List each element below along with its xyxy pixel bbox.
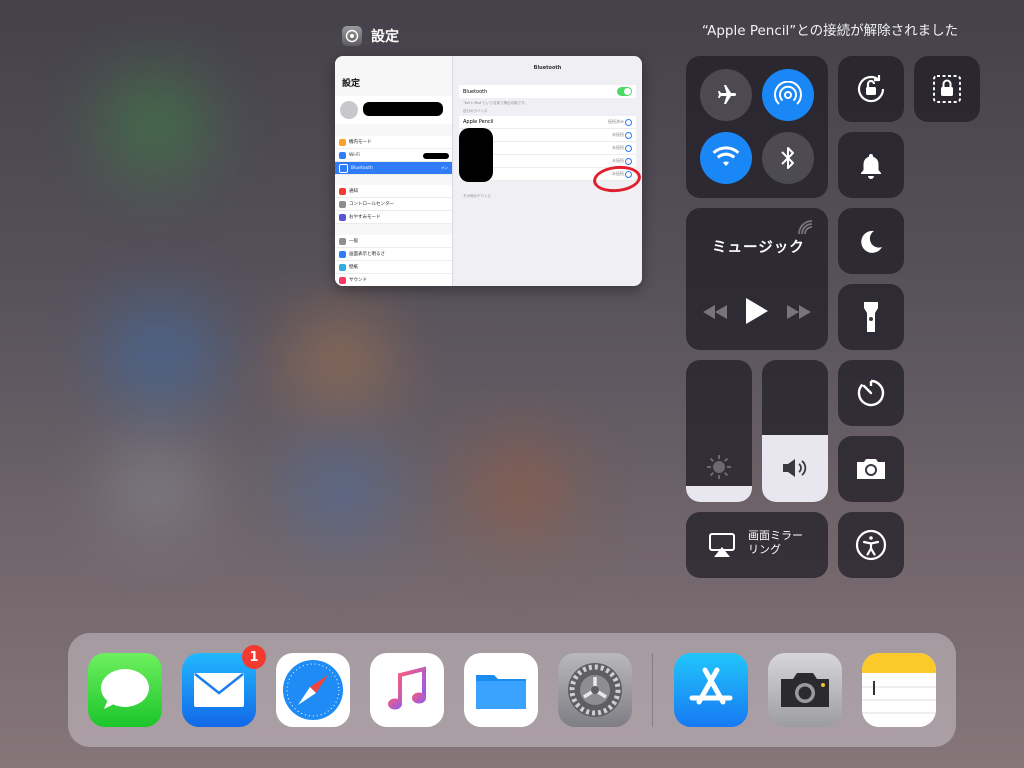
rewind-button[interactable] — [702, 304, 728, 324]
safari-app-icon[interactable] — [276, 653, 350, 727]
play-button[interactable] — [744, 297, 770, 329]
rewind-icon — [703, 305, 727, 319]
bluetooth-icon — [781, 147, 794, 169]
app-name: 設定 — [371, 29, 399, 45]
redaction-mark — [423, 153, 449, 159]
background-blur — [470, 440, 570, 540]
redaction-mark — [459, 128, 493, 182]
wifi-toggle[interactable] — [700, 132, 752, 184]
settings-app-icon[interactable] — [558, 653, 632, 727]
camera-button[interactable] — [838, 436, 904, 502]
notes-app-icon[interactable] — [862, 653, 936, 727]
sidebar-item-wallpaper: 壁紙 — [335, 261, 452, 274]
info-icon — [625, 157, 632, 165]
speaker-icon — [781, 457, 809, 483]
nav-title: Bluetooth — [533, 65, 562, 71]
lock-button[interactable] — [914, 56, 980, 122]
timer-icon — [838, 360, 904, 426]
music-app-icon[interactable] — [370, 653, 444, 727]
app-switcher-label[interactable]: 設定 — [342, 26, 399, 46]
airplay-audio-icon[interactable] — [794, 218, 816, 240]
play-icon — [746, 298, 768, 324]
other-devices-header: その他のデバイス — [463, 194, 491, 198]
messages-app-icon[interactable] — [88, 653, 162, 727]
sidebar-group-2: 通知 コントロールセンター おやすみモード — [335, 185, 452, 224]
sidebar-group-3: 一般 画面表示と明るさ 壁紙 サウンド — [335, 235, 452, 286]
bell-icon — [838, 132, 904, 198]
camera-app-icon[interactable] — [768, 653, 842, 727]
dock-separator — [652, 653, 653, 727]
airplane-icon — [718, 85, 736, 104]
connectivity-module — [686, 56, 828, 198]
background-blur — [100, 440, 210, 540]
timer-button[interactable] — [838, 360, 904, 426]
info-icon — [625, 118, 632, 126]
sidebar-item-notifications: 通知 — [335, 185, 452, 198]
accessibility-button[interactable] — [838, 512, 904, 578]
airplane-mode-toggle[interactable] — [700, 69, 752, 121]
my-devices-header: 自分のデバイス — [463, 109, 488, 113]
do-not-disturb-button[interactable] — [838, 208, 904, 274]
bluetooth-toggle[interactable] — [762, 132, 814, 184]
moon-icon — [838, 208, 904, 274]
dock — [68, 633, 956, 747]
bluetooth-switch — [617, 87, 632, 96]
redaction-mark — [363, 102, 443, 116]
flashlight-icon — [838, 284, 904, 350]
lock-icon — [914, 56, 980, 122]
settings-icon — [342, 26, 362, 46]
forward-icon — [787, 305, 811, 319]
device-row-pencil: Apple Pencil 接続済み — [459, 116, 636, 129]
background-blur — [105, 300, 215, 410]
sun-icon — [705, 453, 733, 485]
sidebar-item-airplane: 機内モード — [335, 136, 452, 149]
brightness-level — [686, 486, 752, 502]
visible-note: "Kei's iPad"という名前で検出可能です。 — [463, 101, 528, 105]
profile-row — [335, 96, 452, 124]
files-app-icon[interactable] — [464, 653, 538, 727]
accessibility-icon — [838, 512, 904, 578]
sidebar-title: 設定 — [342, 79, 361, 89]
sidebar-item-control-center: コントロールセンター — [335, 198, 452, 211]
info-icon — [625, 131, 632, 139]
avatar — [340, 101, 358, 119]
volume-slider[interactable] — [762, 360, 828, 502]
orientation-lock-icon — [838, 56, 904, 122]
wifi-icon — [712, 146, 740, 166]
forward-button[interactable] — [786, 304, 812, 324]
airdrop-icon — [774, 81, 802, 105]
background-blur — [100, 70, 210, 180]
airplay-icon — [708, 532, 736, 562]
disconnect-banner: “Apple Pencil”との接続が解除されました — [701, 23, 959, 39]
airdrop-toggle[interactable] — [762, 69, 814, 121]
sidebar-item-sounds: サウンド — [335, 274, 452, 286]
background-blur — [290, 310, 390, 410]
screen-mirroring-label: 画面ミラー リング — [748, 529, 803, 556]
silent-mode-button[interactable] — [838, 132, 904, 198]
sidebar-item-bluetooth: Bluetooth オン — [335, 162, 452, 175]
settings-sidebar: 設定 機内モード Wi-Fi Bluetooth オン 通知 コントロールセンター… — [335, 56, 453, 286]
camera-icon — [838, 436, 904, 502]
mail-badge: 1 — [242, 645, 266, 669]
sidebar-item-dnd: おやすみモード — [335, 211, 452, 224]
screen-mirroring-button[interactable]: 画面ミラー リング — [686, 512, 828, 578]
info-icon — [625, 144, 632, 152]
orientation-lock-button[interactable] — [838, 56, 904, 122]
app-store-app-icon[interactable] — [674, 653, 748, 727]
sidebar-item-general: 一般 — [335, 235, 452, 248]
settings-app-card[interactable]: 設定 機内モード Wi-Fi Bluetooth オン 通知 コントロールセンター… — [335, 56, 642, 286]
music-title: ミュージック — [712, 240, 805, 256]
music-module[interactable]: ミュージック — [686, 208, 828, 350]
background-blur — [290, 440, 390, 540]
sidebar-item-display: 画面表示と明るさ — [335, 248, 452, 261]
flashlight-button[interactable] — [838, 284, 904, 350]
bluetooth-toggle-row: Bluetooth — [459, 85, 636, 98]
brightness-slider[interactable] — [686, 360, 752, 502]
